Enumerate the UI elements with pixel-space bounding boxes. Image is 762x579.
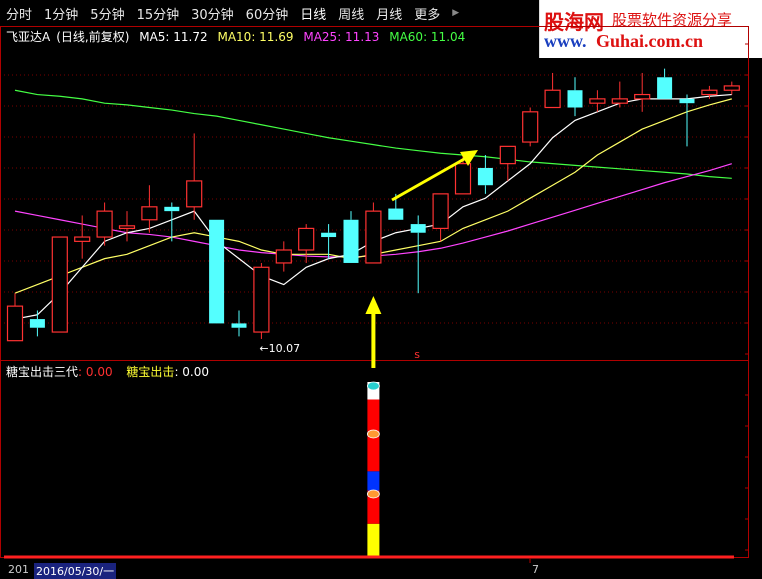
candy-icon [366, 489, 380, 499]
candle-body-up [275, 249, 292, 264]
candle-body-up [454, 163, 472, 195]
candle-body-up [499, 145, 516, 165]
candle-body-down [388, 208, 404, 220]
candle-body-down [679, 98, 695, 104]
candle-body-up [141, 206, 158, 221]
candle-body-down [209, 219, 225, 324]
candle-body-down [231, 323, 247, 328]
diag-arrow-shaft [391, 156, 467, 202]
year-prefix: 201 [8, 563, 29, 576]
candle-body-up [74, 236, 91, 242]
candle-body-up [365, 210, 382, 264]
candle-body-up [253, 266, 270, 333]
candle-body-up [432, 193, 449, 230]
candle-body-up [701, 89, 718, 96]
candle-body-down [410, 224, 426, 233]
candle-body-up [611, 98, 628, 104]
time-axis-bar: 201 2016/05/30/一 7 [0, 563, 762, 579]
indicator-segment [367, 471, 380, 491]
candy-icon [366, 381, 380, 391]
candle-body-up [118, 225, 136, 230]
candle-body-up [723, 85, 740, 91]
indicator-segment [367, 523, 380, 557]
candle-body-down [321, 232, 337, 238]
candle-body-up [96, 210, 113, 238]
kline-chart[interactable]: ←10.07 s [0, 0, 762, 577]
time-tick-label: 7 [532, 563, 539, 576]
candle-body-up [298, 227, 315, 251]
candle-body-up [51, 236, 68, 333]
signal-s-marker: s [414, 348, 420, 361]
ma10-line [14, 98, 732, 294]
candle-body-down [29, 319, 45, 328]
candle-body-down [164, 206, 180, 212]
candle-body-down [477, 167, 493, 186]
candy-icon [366, 429, 380, 439]
candle-body-up [544, 89, 561, 109]
candle-body-down [567, 90, 583, 108]
candle-body-up [6, 305, 24, 342]
candle-body-down [657, 77, 673, 99]
candle-body-up [522, 111, 539, 143]
candle-body-up [634, 93, 651, 100]
up-arrow-icon [365, 296, 382, 314]
candle-body-up [589, 98, 606, 104]
candle-body-up [186, 180, 203, 208]
candle-body-down [343, 219, 359, 263]
low-price-marker: ←10.07 [259, 342, 300, 355]
